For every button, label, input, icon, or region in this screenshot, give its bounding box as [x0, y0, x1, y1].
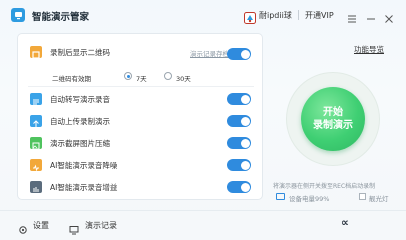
close-icon[interactable]	[384, 9, 394, 23]
bottom-bar: 设置 演示记录 ∝	[0, 210, 406, 240]
setting-row-compress: 演示截屏图片压缩	[18, 132, 262, 154]
setting-label: 自动转写演示录音	[50, 95, 110, 104]
title-divider	[298, 10, 299, 20]
qr-validity-label: 二维码有效期	[52, 75, 91, 83]
recording-hint: 将演示器在侧开关拨至REC档启动录制	[273, 183, 376, 190]
setting-row-transcribe: 自动转写演示录音	[18, 88, 262, 110]
denoise-toggle[interactable]	[227, 159, 251, 171]
compress-toggle[interactable]	[227, 137, 251, 149]
validity-30-days-radio[interactable]	[164, 72, 172, 80]
validity-30-days-label[interactable]: 30天	[176, 73, 191, 83]
app-logo-icon	[11, 8, 25, 22]
upload-toggle[interactable]	[227, 115, 251, 127]
title-bar: 智能演示管家 耐ipdii球 开通VIP	[0, 0, 406, 30]
gain-toggle[interactable]	[227, 181, 251, 193]
record-archive-link[interactable]: 演示记录存档	[190, 48, 229, 58]
setting-row-upload: 自动上传录制演示	[18, 110, 262, 132]
qr-code-setting: 录制后显示二维码 演示记录存档 二维码有效期 7天 30天	[18, 41, 262, 85]
records-icon[interactable]	[69, 220, 79, 235]
validity-7-days-label[interactable]: 7天	[136, 73, 147, 83]
setting-label: AI智能演示录音降噪	[50, 161, 118, 170]
account-name[interactable]: 耐ipdii球	[259, 10, 292, 21]
app-window: 智能演示管家 耐ipdii球 开通VIP 录制后显示二维码 演示记录存档 二维码…	[0, 0, 406, 240]
denoise-icon	[30, 159, 42, 172]
minimize-icon[interactable]	[366, 9, 376, 20]
card-divider	[28, 86, 254, 87]
transcribe-icon	[30, 93, 42, 105]
feature-guide-link[interactable]: 功能导览	[354, 44, 384, 55]
validity-7-days-radio[interactable]	[124, 72, 132, 80]
records-button[interactable]: 演示记录	[85, 220, 117, 231]
setting-label: 演示截屏图片压缩	[50, 139, 110, 148]
gain-icon	[30, 181, 42, 193]
settings-card: 录制后显示二维码 演示记录存档 二维码有效期 7天 30天 自动转写演示录音 自…	[18, 34, 262, 199]
setting-row-gain: AI智能演示录音增益	[18, 176, 262, 198]
image-compress-icon	[30, 137, 42, 150]
start-button-line1: 开始	[323, 107, 343, 118]
start-recording-button[interactable]: 开始 录制演示	[301, 87, 365, 151]
transcribe-toggle[interactable]	[227, 93, 251, 105]
qr-code-toggle[interactable]	[227, 48, 251, 60]
device-battery-icon	[276, 193, 285, 200]
account-avatar-icon[interactable]	[244, 9, 256, 24]
setting-row-denoise: AI智能演示录音降噪	[18, 154, 262, 176]
upload-icon	[30, 115, 42, 127]
app-title: 智能演示管家	[32, 12, 90, 23]
start-button-line2: 录制演示	[313, 120, 353, 131]
device-battery-label: 设备电量99%	[289, 195, 330, 203]
setting-label: AI智能演示录音增益	[50, 183, 118, 192]
brand-logo: ∝	[341, 216, 349, 229]
menu-icon[interactable]	[347, 9, 357, 23]
vip-link[interactable]: 开通VIP	[305, 10, 334, 21]
settings-button[interactable]: 设置	[33, 220, 49, 231]
settings-icon[interactable]	[18, 220, 28, 234]
qr-code-icon	[30, 46, 42, 59]
light-option-label: 靓光灯	[369, 195, 389, 203]
setting-label: 自动上传录制演示	[50, 117, 110, 126]
light-option-checkbox[interactable]	[359, 193, 366, 200]
qr-code-label: 录制后显示二维码	[50, 48, 110, 57]
